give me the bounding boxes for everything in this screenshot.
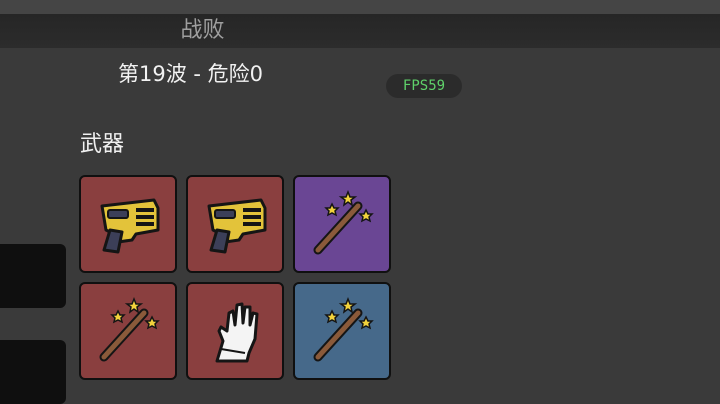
weapon-slot-1[interactable] bbox=[79, 175, 177, 273]
weapon-slot-3[interactable] bbox=[293, 175, 391, 273]
page-title: 战败 bbox=[180, 18, 225, 43]
side-panel-upper bbox=[0, 244, 66, 308]
weapon-grid bbox=[79, 175, 391, 380]
weapons-label: 武器 bbox=[80, 132, 125, 157]
taser-icon bbox=[100, 198, 160, 254]
magic-wand-icon bbox=[313, 189, 374, 255]
glove-icon bbox=[215, 302, 259, 363]
magic-wand-icon bbox=[99, 296, 160, 362]
taser-icon bbox=[207, 198, 267, 254]
side-panel-lower bbox=[0, 340, 66, 404]
fps-counter: FPS59 bbox=[386, 74, 462, 98]
weapon-slot-6[interactable] bbox=[293, 282, 391, 380]
wave-info: 第19波 - 危险0 bbox=[118, 62, 264, 86]
magic-wand-icon bbox=[313, 296, 374, 362]
weapon-slot-5[interactable] bbox=[186, 282, 284, 380]
weapon-slot-2[interactable] bbox=[186, 175, 284, 273]
top-strip bbox=[0, 0, 720, 14]
weapon-slot-4[interactable] bbox=[79, 282, 177, 380]
